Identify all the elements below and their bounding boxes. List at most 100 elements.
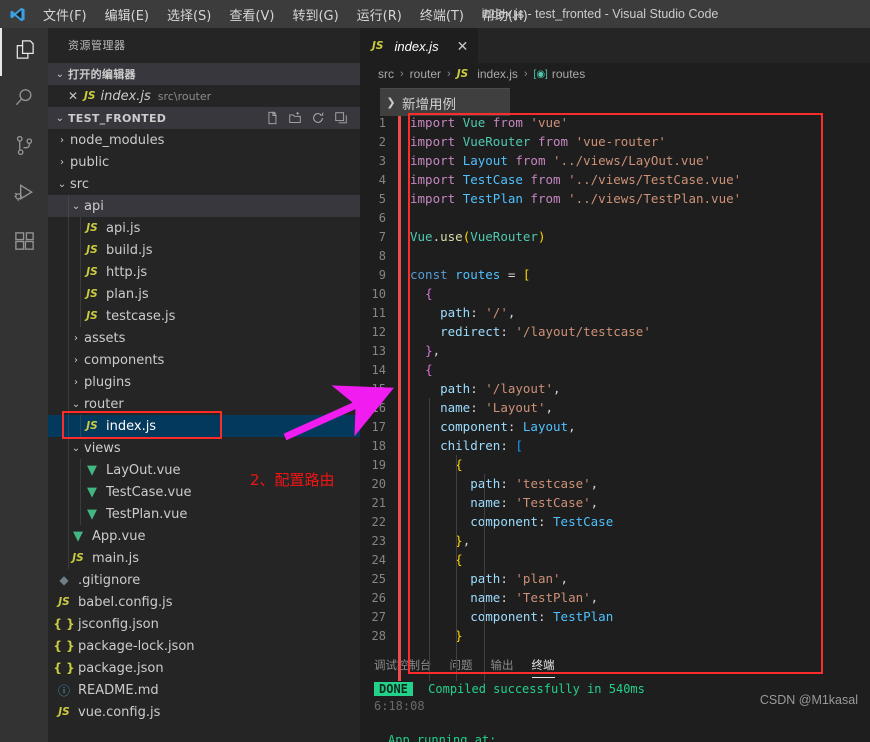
tree-item-public[interactable]: › public [48, 151, 360, 173]
code-token: import [410, 191, 463, 206]
code-line: 24 { [360, 550, 870, 569]
tree-item-package-lock-json[interactable]: { } package-lock.json [48, 635, 360, 657]
tree-item-build-js[interactable]: JS build.js [48, 239, 360, 261]
tree-item-plugins[interactable]: › plugins [48, 371, 360, 393]
menu-file[interactable]: 文件(F) [34, 2, 96, 27]
activity-item-search[interactable] [0, 76, 48, 124]
refresh-icon[interactable] [309, 109, 327, 127]
code-token: , [590, 476, 599, 491]
breadcrumb-item-router[interactable]: router [410, 67, 441, 81]
new-file-icon[interactable] [263, 109, 281, 127]
menu-run[interactable]: 运行(R) [348, 2, 411, 27]
code-line-content: const routes = [ [398, 267, 530, 282]
chevron-right-icon[interactable]: › [70, 333, 82, 344]
js-icon: JS [86, 222, 98, 234]
code-token: '../views/LayOut.vue' [553, 153, 712, 168]
code-token: '../views/TestCase.vue' [568, 172, 742, 187]
code-token: : [500, 324, 516, 339]
tree-item-readme-md[interactable]: ⓘ README.md [48, 679, 360, 701]
activity-item-explorer[interactable] [0, 28, 48, 76]
code-token: import [410, 172, 463, 187]
new-folder-icon[interactable] [286, 109, 304, 127]
chevron-down-icon[interactable]: ⌄ [56, 179, 68, 190]
title-bar: 文件(F) 编辑(E) 选择(S) 查看(V) 转到(G) 运行(R) 终端(T… [0, 0, 870, 28]
tree-item-package-json[interactable]: { } package.json [48, 657, 360, 679]
editor-tab-index-js[interactable]: JS index.js ✕ [360, 28, 479, 63]
menu-help[interactable]: 帮助(H) [473, 2, 537, 27]
chevron-right-icon[interactable]: › [70, 377, 82, 388]
tree-item-jsconfig-json[interactable]: { } jsconfig.json [48, 613, 360, 635]
menu-go[interactable]: 转到(G) [283, 2, 347, 27]
search-icon [13, 86, 36, 114]
menu-bar[interactable]: 文件(F) 编辑(E) 选择(S) 查看(V) 转到(G) 运行(R) 终端(T… [34, 2, 537, 27]
overlay-panel-new-case[interactable]: ❯ 新增用例 [380, 88, 510, 116]
vue-icon: ▼ [73, 528, 83, 544]
tree-item-node-modules[interactable]: › node_modules [48, 129, 360, 151]
menu-selection[interactable]: 选择(S) [158, 2, 220, 27]
terminal-output[interactable]: DONE Compiled successfully in 540ms 6:18… [360, 679, 870, 742]
close-icon[interactable]: ✕ [457, 39, 469, 53]
json-icon: { } [53, 639, 75, 653]
tree-item--gitignore[interactable]: ◆ .gitignore [48, 569, 360, 591]
tree-item-plan-js[interactable]: JS plan.js [48, 283, 360, 305]
close-icon[interactable]: ✕ [68, 89, 84, 103]
activity-item-run-debug[interactable] [0, 172, 48, 220]
open-editors-header[interactable]: ⌄ 打开的编辑器 [48, 63, 360, 85]
panel-tab-debug-console[interactable]: 调试控制台 [374, 657, 432, 676]
collapse-all-icon[interactable] [332, 109, 350, 127]
tree-item-views[interactable]: ⌄ views [48, 437, 360, 459]
code-line-content: { [398, 552, 463, 567]
tree-item-components[interactable]: › components [48, 349, 360, 371]
chevron-right-icon[interactable]: › [70, 355, 82, 366]
breadcrumb-item-index-js[interactable]: index.js [477, 67, 518, 81]
tree-item-vue-config-js[interactable]: JS vue.config.js [48, 701, 360, 723]
breadcrumb-item-routes[interactable]: routes [552, 67, 585, 81]
chevron-down-icon[interactable]: ⌄ [70, 201, 82, 212]
panel-tab-problems[interactable]: 问题 [450, 657, 473, 676]
code-line-content: import TestPlan from '../views/TestPlan.… [398, 191, 741, 206]
code-editor[interactable]: 1 import Vue from 'vue' 2 import VueRouter … [360, 113, 870, 681]
tree-item-api-js[interactable]: JS api.js [48, 217, 360, 239]
code-line-content: { [398, 457, 463, 472]
tree-item-babel-config-js[interactable]: JS babel.config.js [48, 591, 360, 613]
chevron-right-icon[interactable]: › [56, 135, 68, 146]
chevron-down-icon[interactable]: ⌄ [70, 399, 82, 410]
tree-item-src[interactable]: ⌄ src [48, 173, 360, 195]
tree-item-testcase-js[interactable]: JS testcase.js [48, 305, 360, 327]
project-header[interactable]: ⌄ TEST_FRONTED [48, 107, 360, 129]
tree-item-api[interactable]: ⌄ api [48, 195, 360, 217]
panel-tab-terminal[interactable]: 终端 [531, 657, 555, 678]
file-tree: › node_modules › public ⌄ src ⌄ api JS api.js JS bu… [48, 129, 360, 723]
tree-item-label: assets [84, 330, 126, 346]
menu-view[interactable]: 查看(V) [220, 2, 283, 27]
code-token: VueRouter [462, 134, 531, 149]
menu-edit[interactable]: 编辑(E) [96, 2, 158, 27]
activity-item-source-control[interactable] [0, 124, 48, 172]
tree-item-assets[interactable]: › assets [48, 327, 360, 349]
line-number: 17 [371, 419, 386, 434]
code-token: routes [455, 267, 501, 282]
code-line-content: path: '/', [398, 305, 515, 320]
code-line-content: path: '/layout', [398, 381, 560, 396]
activity-item-extensions[interactable] [0, 220, 48, 268]
code-line: 15 path: '/layout', [360, 379, 870, 398]
chevron-right-icon[interactable]: › [56, 157, 68, 168]
tree-item-http-js[interactable]: JS http.js [48, 261, 360, 283]
code-line: 28 } [360, 626, 870, 645]
chevron-right-icon[interactable]: ❯ [380, 96, 402, 109]
tree-item-main-js[interactable]: JS main.js [48, 547, 360, 569]
breadcrumb-item-src[interactable]: src [378, 67, 394, 81]
menu-terminal[interactable]: 终端(T) [411, 2, 473, 27]
chevron-down-icon[interactable]: ⌄ [70, 443, 82, 454]
open-editor-item[interactable]: ✕ JS index.js src\router [48, 85, 360, 107]
code-token: , [432, 343, 441, 358]
indent-guide [68, 371, 69, 393]
tree-item-router[interactable]: ⌄ router [48, 393, 360, 415]
panel-tab-output[interactable]: 输出 [491, 657, 514, 676]
indent-guide [68, 261, 69, 283]
tree-item-testplan-vue[interactable]: ▼ TestPlan.vue [48, 503, 360, 525]
js-icon: JS [86, 266, 98, 278]
tree-item-index-js[interactable]: JS index.js [48, 415, 360, 437]
tree-item-app-vue[interactable]: ▼ App.vue [48, 525, 360, 547]
